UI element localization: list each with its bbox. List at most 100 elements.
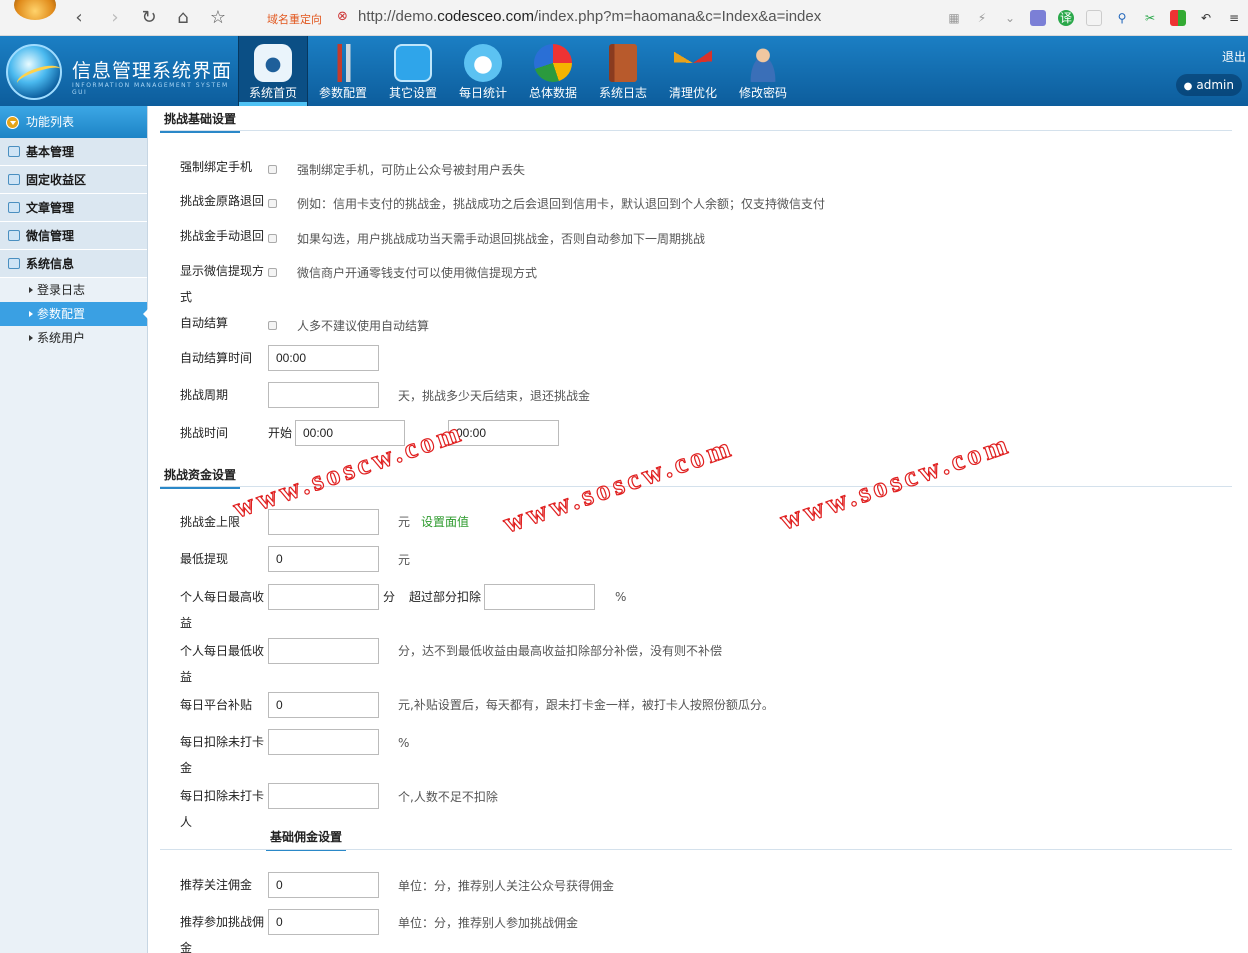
sidebar-title: 功能列表 <box>0 106 147 138</box>
sidebar-group-label: 微信管理 <box>26 229 75 243</box>
drafting-tools-icon <box>674 44 712 82</box>
manual-refund-label: 挑战金手动退回 <box>180 229 265 243</box>
min-withdraw-unit: 元 <box>398 553 411 567</box>
translate-icon[interactable]: 译 <box>1058 10 1074 26</box>
url-domain: codesceo.com <box>437 8 534 25</box>
pie-chart-icon <box>534 44 572 82</box>
list-icon <box>8 146 20 157</box>
refund-original-checkbox[interactable] <box>268 199 277 208</box>
book-icon <box>609 44 637 82</box>
refresh-icon[interactable]: ↻ <box>138 7 160 29</box>
scissors-icon[interactable]: ✂ <box>1142 10 1158 26</box>
cap-label: 挑战金上限 <box>180 515 241 529</box>
chat-icon <box>8 174 20 185</box>
auto-settle-time-input[interactable]: 00:00 <box>268 345 379 371</box>
apps-icon[interactable] <box>1170 10 1186 26</box>
nav-overall[interactable]: 总体数据 <box>518 36 588 106</box>
sidebar-group-label: 基本管理 <box>26 145 75 159</box>
cap-input[interactable] <box>268 509 379 535</box>
nav-home[interactable]: 系统首页 <box>238 36 308 106</box>
nav-label: 清理优化 <box>668 86 717 100</box>
follow-commission-label: 推荐关注佣金 <box>180 878 253 892</box>
nav-label: 其它设置 <box>388 86 437 100</box>
subsidy-input[interactable]: 0 <box>268 692 379 718</box>
sidebar-group-label: 系统信息 <box>26 257 75 271</box>
sidebar-group-articles[interactable]: 文章管理 <box>0 194 147 222</box>
chat-icon <box>8 230 20 241</box>
sidebar-title-text: 功能列表 <box>26 115 75 129</box>
forward-icon[interactable]: › <box>104 7 126 29</box>
daily-max-label: 个人每日最高收益 <box>180 590 265 630</box>
join-commission-hint: 单位：分，推荐别人参加挑战佣金 <box>398 916 579 930</box>
browser-toolbar: ‹ › ↻ ⌂ ☆ 域名重定向 ⊗ http://demo.codesceo.c… <box>0 0 1248 36</box>
sidebar-group-basic[interactable]: 基本管理 <box>0 138 147 166</box>
min-withdraw-input[interactable]: 0 <box>268 546 379 572</box>
home-camera-icon <box>254 44 292 82</box>
brand: 信息管理系统界面 INFORMATION MANAGEMENT SYSTEM G… <box>0 36 238 106</box>
sidebar-group-label: 文章管理 <box>26 201 75 215</box>
daily-max-input[interactable] <box>268 584 379 610</box>
collapse-icon[interactable] <box>6 116 19 129</box>
star-icon[interactable]: ☆ <box>207 7 229 29</box>
force-phone-label: 强制绑定手机 <box>180 160 253 174</box>
manual-refund-hint: 如果勾选，用户挑战成功当天需手动退回挑战金，否则自动参加下一周期挑战 <box>297 232 706 246</box>
nav-log[interactable]: 系统日志 <box>588 36 658 106</box>
set-denomination-link[interactable]: 设置面值 <box>421 515 469 529</box>
sidebar-group-wechat[interactable]: 微信管理 <box>0 222 147 250</box>
section-divider <box>160 130 1232 131</box>
qr-icon[interactable]: ▦ <box>946 10 962 26</box>
join-commission-input[interactable]: 0 <box>268 909 379 935</box>
nav-label: 参数配置 <box>318 86 367 100</box>
nav-label: 总体数据 <box>528 86 577 100</box>
daily-min-input[interactable] <box>268 638 379 664</box>
daily-min-hint: 分，达不到最低收益由最高收益扣除部分补偿，没有则不补偿 <box>398 644 723 658</box>
logout-link[interactable]: 退出 <box>1222 48 1246 65</box>
settings-form: 挑战基础设置 强制绑定手机 强制绑定手机，可防止公众号被封用户丢失 挑战金原路退… <box>160 106 1232 953</box>
force-phone-checkbox[interactable] <box>268 165 277 174</box>
follow-commission-input[interactable]: 0 <box>268 872 379 898</box>
wechat-withdraw-checkbox[interactable] <box>268 268 277 277</box>
challenge-time-label: 挑战时间 <box>180 426 229 440</box>
auto-settle-hint: 人多不建议使用自动结算 <box>297 319 430 333</box>
menu-icon[interactable]: ≡ <box>1226 10 1242 26</box>
manual-refund-checkbox[interactable] <box>268 234 277 243</box>
chat-icon <box>8 202 20 213</box>
sidebar-group-fixed-income[interactable]: 固定收益区 <box>0 166 147 194</box>
lightning-icon[interactable]: ⚡ <box>974 10 990 26</box>
home-icon[interactable]: ⌂ <box>172 7 194 29</box>
sidebar-item-login-log[interactable]: 登录日志 <box>0 278 147 302</box>
nav-params[interactable]: 参数配置 <box>308 36 378 106</box>
sidebar: 功能列表 基本管理 固定收益区 文章管理 微信管理 系统信息 登录日志 参数配置… <box>0 106 148 953</box>
browser-logo-icon <box>14 0 56 20</box>
dropdown-icon[interactable]: ⌄ <box>1002 10 1018 26</box>
deduct-people-hint: 个,人数不足不扣除 <box>398 790 498 804</box>
nav-password[interactable]: 修改密码 <box>728 36 798 106</box>
nav-clean[interactable]: 清理优化 <box>658 36 728 106</box>
undo-icon[interactable]: ↶ <box>1198 10 1214 26</box>
search-icon[interactable]: ⚲ <box>1114 10 1130 26</box>
user-menu[interactable]: ● admin <box>1175 74 1242 96</box>
start-time-input[interactable]: 00:00 <box>295 420 405 446</box>
extension-icon[interactable] <box>1030 10 1046 26</box>
nav-other[interactable]: 其它设置 <box>378 36 448 106</box>
subsidy-hint: 元,补贴设置后，每天都有，跟未打卡金一样，被打卡人按照份额瓜分。 <box>398 698 774 712</box>
sidebar-item-params[interactable]: 参数配置 <box>0 302 148 326</box>
address-bar[interactable]: http://demo.codesceo.com/index.php?m=hao… <box>358 8 821 25</box>
nav-label: 系统日志 <box>598 86 647 100</box>
cycle-input[interactable] <box>268 382 379 408</box>
brand-logo-icon <box>6 44 62 100</box>
end-time-input[interactable]: 00:00 <box>448 420 559 446</box>
back-icon[interactable]: ‹ <box>68 7 90 29</box>
auto-settle-label: 自动结算 <box>180 316 229 330</box>
auto-settle-checkbox[interactable] <box>268 321 277 330</box>
sidebar-item-users[interactable]: 系统用户 <box>0 326 147 350</box>
excess-deduct-input[interactable] <box>484 584 595 610</box>
sidebar-group-system[interactable]: 系统信息 <box>0 250 147 278</box>
refund-original-hint: 例如：信用卡支付的挑战金，挑战成功之后会退回到信用卡，默认退回到个人余额；仅支持… <box>297 197 826 211</box>
deduct-people-input[interactable] <box>268 783 379 809</box>
excess-deduct-unit: % <box>615 590 627 604</box>
screenshot-icon[interactable] <box>1086 10 1102 26</box>
nav-daily[interactable]: 每日统计 <box>448 36 518 106</box>
deduct-unchecked-input[interactable] <box>268 729 379 755</box>
nav-label: 系统首页 <box>248 86 297 100</box>
